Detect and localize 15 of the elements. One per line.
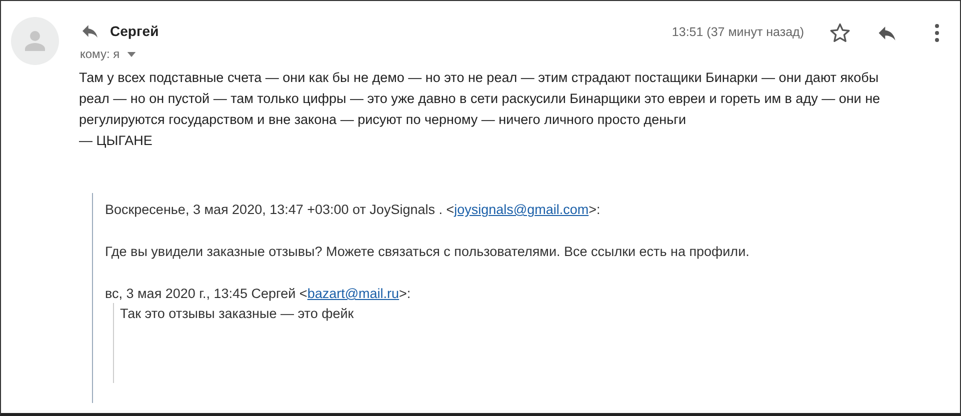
sender-name: Сергей [110,23,159,39]
timestamp: 13:51 (37 минут назад) [672,25,804,39]
quote-header: Воскресенье, 3 мая 2020, 13:47 +03:00 от JoySignals . <joysignals@gmail.com>: [105,201,602,219]
email-link[interactable]: joysignals@gmail.com [454,202,589,217]
star-icon[interactable] [829,22,851,44]
message-text: — ЦЫГАНЕ [79,132,154,150]
message-text: Там у всех подставные счета — они как бы не демо — но это не реал — этим страдают постащики Бинарки — они дают якобы реал — но он пустой — там только цифры — это уже давно в сети раскусили Бинарщики это евреи и гореть им в аду — они не регулируются государством и вне закона — рисуют по черному — ничего личного просто деньги [79,69,882,129]
quoted-text: Где вы увидели заказные отзывы? Можете связаться с пользователями. Все ссылки есть на профили. [105,243,750,261]
email-link[interactable]: bazart@mail.ru [307,286,400,301]
quoted-text: Так это отзывы заказные — это фейк [120,305,355,323]
avatar-icon [11,17,59,65]
recipient-label: кому: я [80,47,120,61]
more-icon[interactable] [934,22,940,44]
quote-header: вс, 3 мая 2020 г., 13:45 Сергей <bazart@mail.ru>: [105,285,412,303]
dropdown-caret-icon[interactable] [126,52,136,56]
